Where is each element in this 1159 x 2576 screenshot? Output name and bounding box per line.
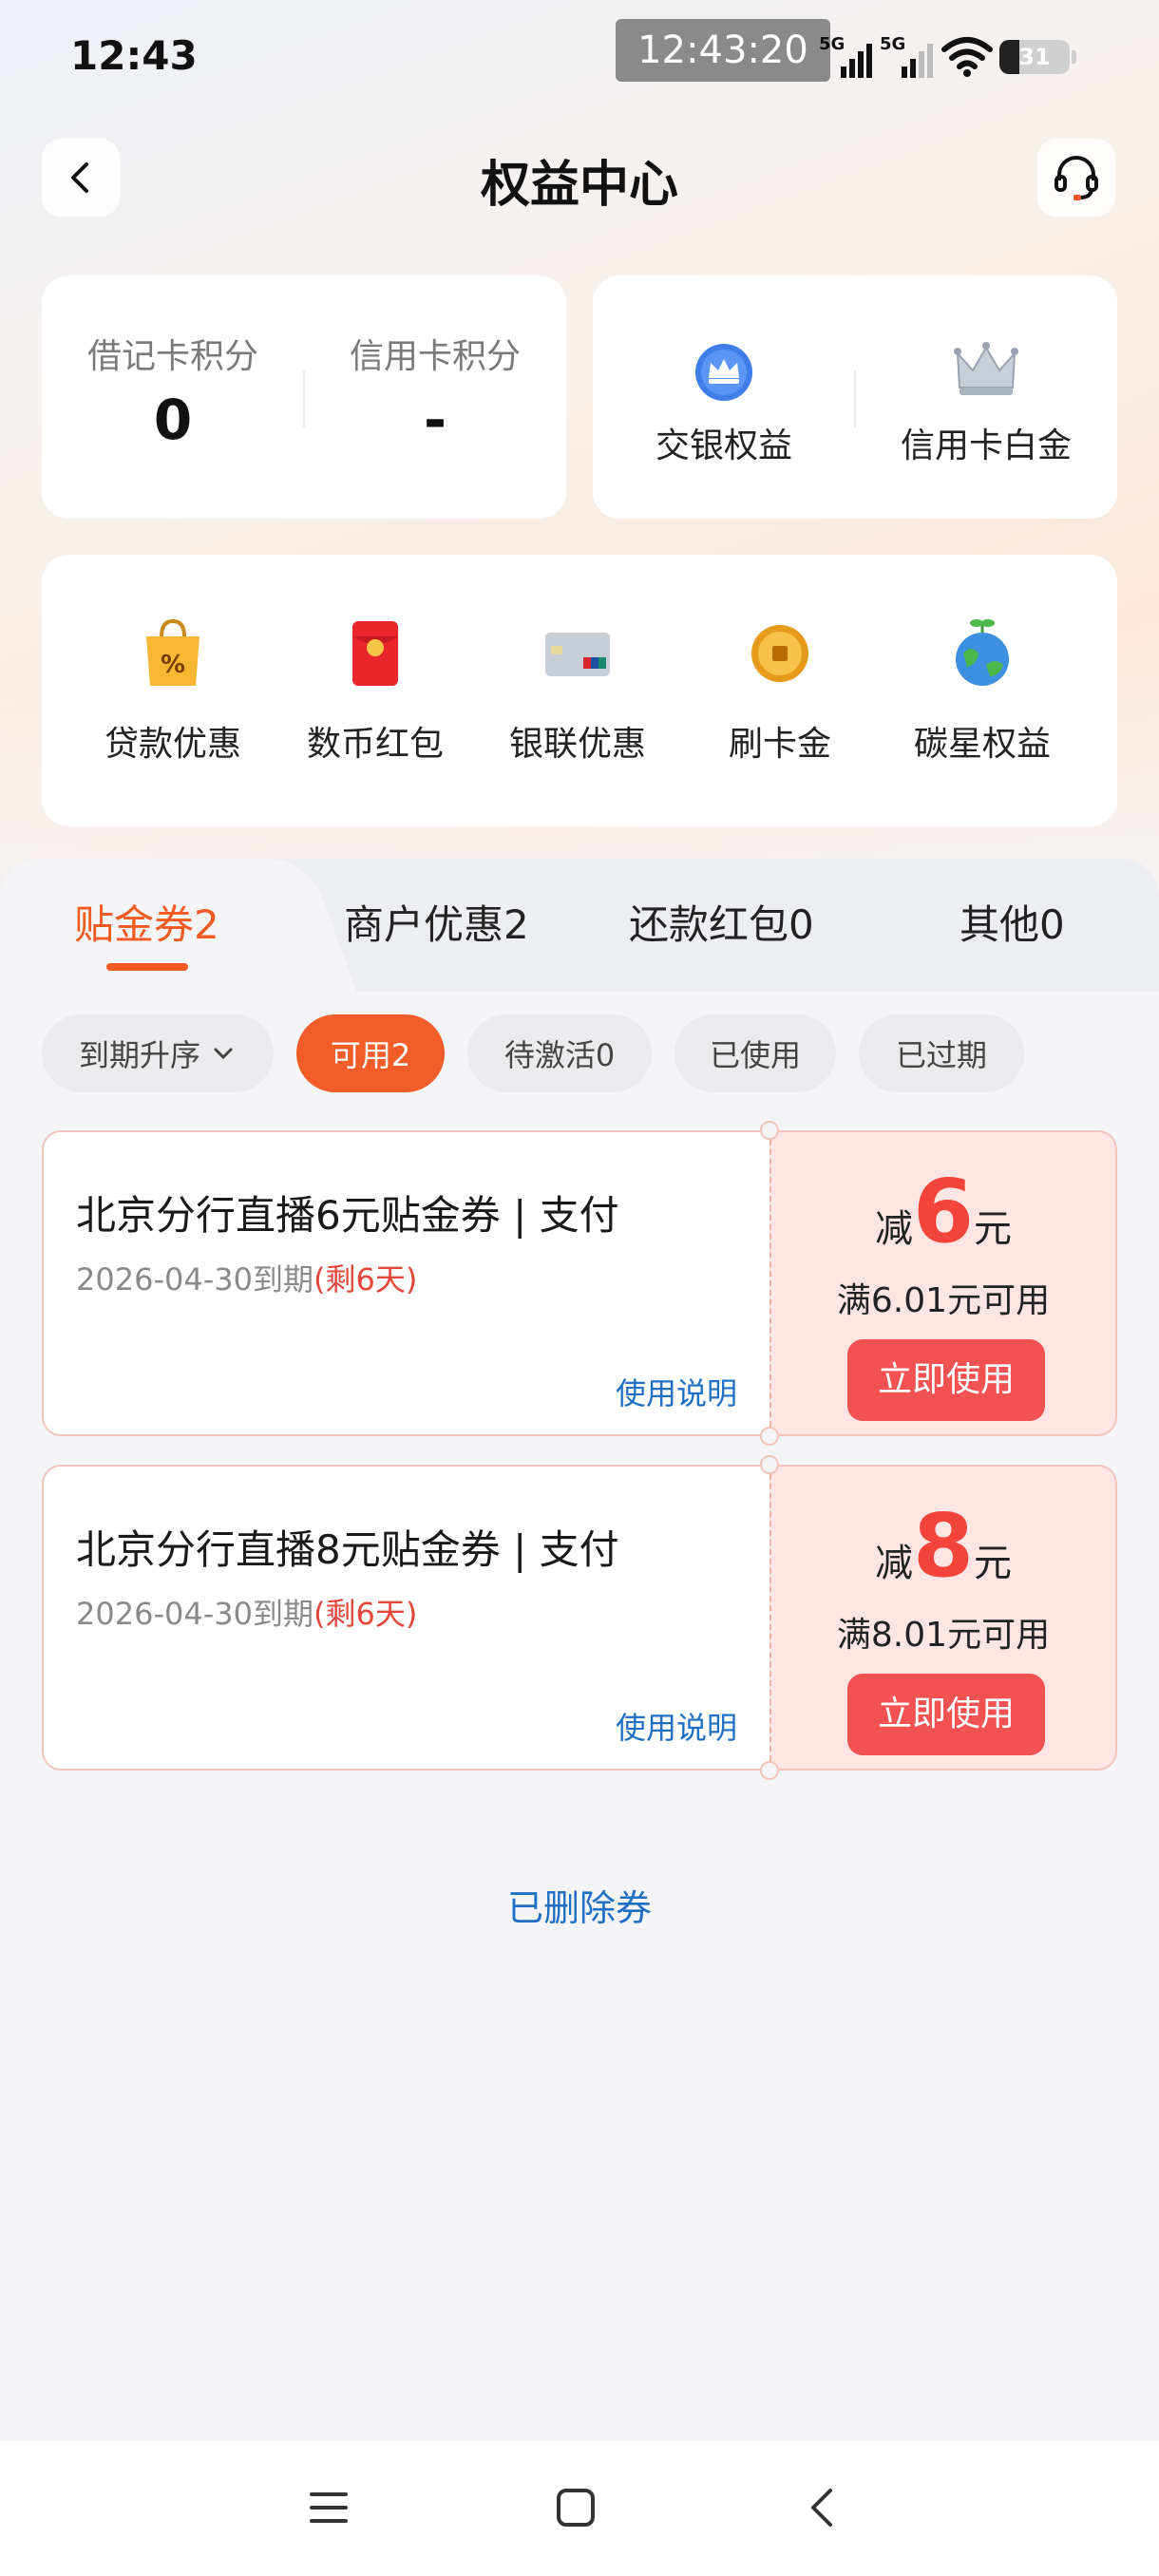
filter-used[interactable]: 已使用 <box>674 1014 836 1092</box>
earth-plant-icon <box>956 619 1009 686</box>
coupon-condition: 满6.01元可用 <box>836 1281 1051 1320</box>
tab-indicator <box>106 963 188 971</box>
tab-merchant-offers[interactable]: 商户优惠2 <box>344 893 529 951</box>
coupon-title: 北京分行直播6元贴金券 | 支付 <box>76 1192 619 1239</box>
credit-platinum-label: 信用卡白金 <box>900 426 1072 465</box>
quick-entries-card: % 贷款优惠 数币红包 银联优惠 刷卡金 碳星权益 <box>42 555 1117 826</box>
usage-instructions-link[interactable]: 使用说明 <box>616 1370 737 1413</box>
system-navigation-bar <box>0 2441 1159 2576</box>
quick-entry-label: 刷卡金 <box>728 725 831 764</box>
signal-icon: 5G <box>819 34 874 80</box>
signal-icon: 5G <box>880 34 935 80</box>
unionpay-card-icon <box>545 633 610 676</box>
coupon-title: 北京分行直播8元贴金券 | 支付 <box>76 1526 619 1573</box>
coupon-expiry: 2026-04-30到期(剩6天) <box>76 1261 418 1297</box>
quick-entry-label: 银联优惠 <box>508 725 646 764</box>
coupon-remaining-days: (剩6天) <box>313 1261 418 1297</box>
quick-entry-loan-discount[interactable]: % 贷款优惠 <box>78 616 268 786</box>
quick-entry-card-gold[interactable]: 刷卡金 <box>685 616 875 786</box>
quick-entry-label: 数币红包 <box>306 725 444 764</box>
quick-entry-digital-red-packet[interactable]: 数币红包 <box>280 616 470 786</box>
bocom-rights-label: 交银权益 <box>655 426 792 465</box>
coupon-amount: 减6元 <box>874 1161 1012 1262</box>
coupon-tabs: 贴金券2 商户优惠2 还款红包0 其他0 <box>0 859 1159 992</box>
square-home-icon <box>557 2489 595 2527</box>
chevron-left-icon <box>811 2489 832 2527</box>
filter-expired[interactable]: 已过期 <box>859 1014 1024 1092</box>
svg-text:%: % <box>161 651 185 679</box>
tab-repayment-red-packet[interactable]: 还款红包0 <box>629 893 814 951</box>
debit-points-value: 0 <box>153 388 193 452</box>
red-envelope-icon <box>352 621 398 686</box>
customer-service-button[interactable] <box>1037 139 1115 217</box>
bocom-rights-entry[interactable]: 交银权益 <box>593 275 855 519</box>
nav-menu-button[interactable] <box>294 2473 363 2542</box>
deleted-coupons-link[interactable]: 已删除券 <box>0 1879 1159 1931</box>
coupon-amount: 减8元 <box>874 1495 1012 1597</box>
credit-points-value: - <box>423 388 447 452</box>
usage-instructions-link[interactable]: 使用说明 <box>616 1704 737 1748</box>
coupon-card: 北京分行直播6元贴金券 | 支付 2026-04-30到期(剩6天) 使用说明 … <box>42 1121 1117 1446</box>
quick-entry-carbon-star[interactable]: 碳星权益 <box>887 616 1077 786</box>
nav-home-button[interactable] <box>542 2473 610 2542</box>
shopping-bag-percent-icon: % <box>146 618 200 686</box>
coupon-card: 北京分行直播8元贴金券 | 支付 2026-04-30到期(剩6天) 使用说明 … <box>42 1455 1117 1780</box>
sort-label: 到期升序 <box>78 1037 200 1073</box>
sort-dropdown[interactable]: 到期升序 <box>42 1014 274 1092</box>
tab-gold-coupons[interactable]: 贴金券2 <box>74 893 219 951</box>
status-time: 12:43 <box>70 32 198 79</box>
credit-points-label: 信用卡积分 <box>349 337 521 376</box>
status-bar: 12:43 12:43:20 5G 5G 31 <box>0 0 1159 114</box>
debit-points-label: 借记卡积分 <box>86 337 258 376</box>
quick-entry-label: 贷款优惠 <box>104 725 241 764</box>
debit-points[interactable]: 借记卡积分 0 <box>42 275 304 519</box>
menu-icon <box>310 2492 348 2523</box>
points-card: 借记卡积分 0 信用卡积分 - <box>42 275 566 519</box>
credit-platinum-entry[interactable]: 信用卡白金 <box>855 275 1117 519</box>
screen-recording-time: 12:43:20 <box>616 19 830 82</box>
gold-coin-icon <box>751 625 808 682</box>
nav-back-button[interactable] <box>788 2473 857 2542</box>
use-now-button[interactable]: 立即使用 <box>847 1674 1045 1755</box>
chevron-down-icon <box>214 1048 233 1060</box>
headset-icon <box>1054 156 1098 200</box>
filter-available[interactable]: 可用2 <box>296 1014 445 1092</box>
wifi-icon <box>941 37 993 77</box>
quick-entry-unionpay-discount[interactable]: 银联优惠 <box>483 616 673 786</box>
credit-points[interactable]: 信用卡积分 - <box>304 275 566 519</box>
blue-crown-badge-icon <box>695 344 752 401</box>
rights-card: 交银权益 信用卡白金 <box>593 275 1117 519</box>
battery-icon: 31 <box>999 40 1070 74</box>
coupon-remaining-days: (剩6天) <box>313 1596 418 1632</box>
tab-other[interactable]: 其他0 <box>960 893 1065 951</box>
silver-crown-icon <box>954 342 1018 395</box>
coupon-expiry: 2026-04-30到期(剩6天) <box>76 1596 418 1632</box>
use-now-button[interactable]: 立即使用 <box>847 1339 1045 1421</box>
filter-pending-activation[interactable]: 待激活0 <box>467 1014 652 1092</box>
quick-entry-label: 碳星权益 <box>913 725 1051 764</box>
page-title: 权益中心 <box>480 157 678 214</box>
coupon-condition: 满8.01元可用 <box>836 1616 1051 1655</box>
status-icons: 5G 5G 31 <box>819 28 1076 85</box>
